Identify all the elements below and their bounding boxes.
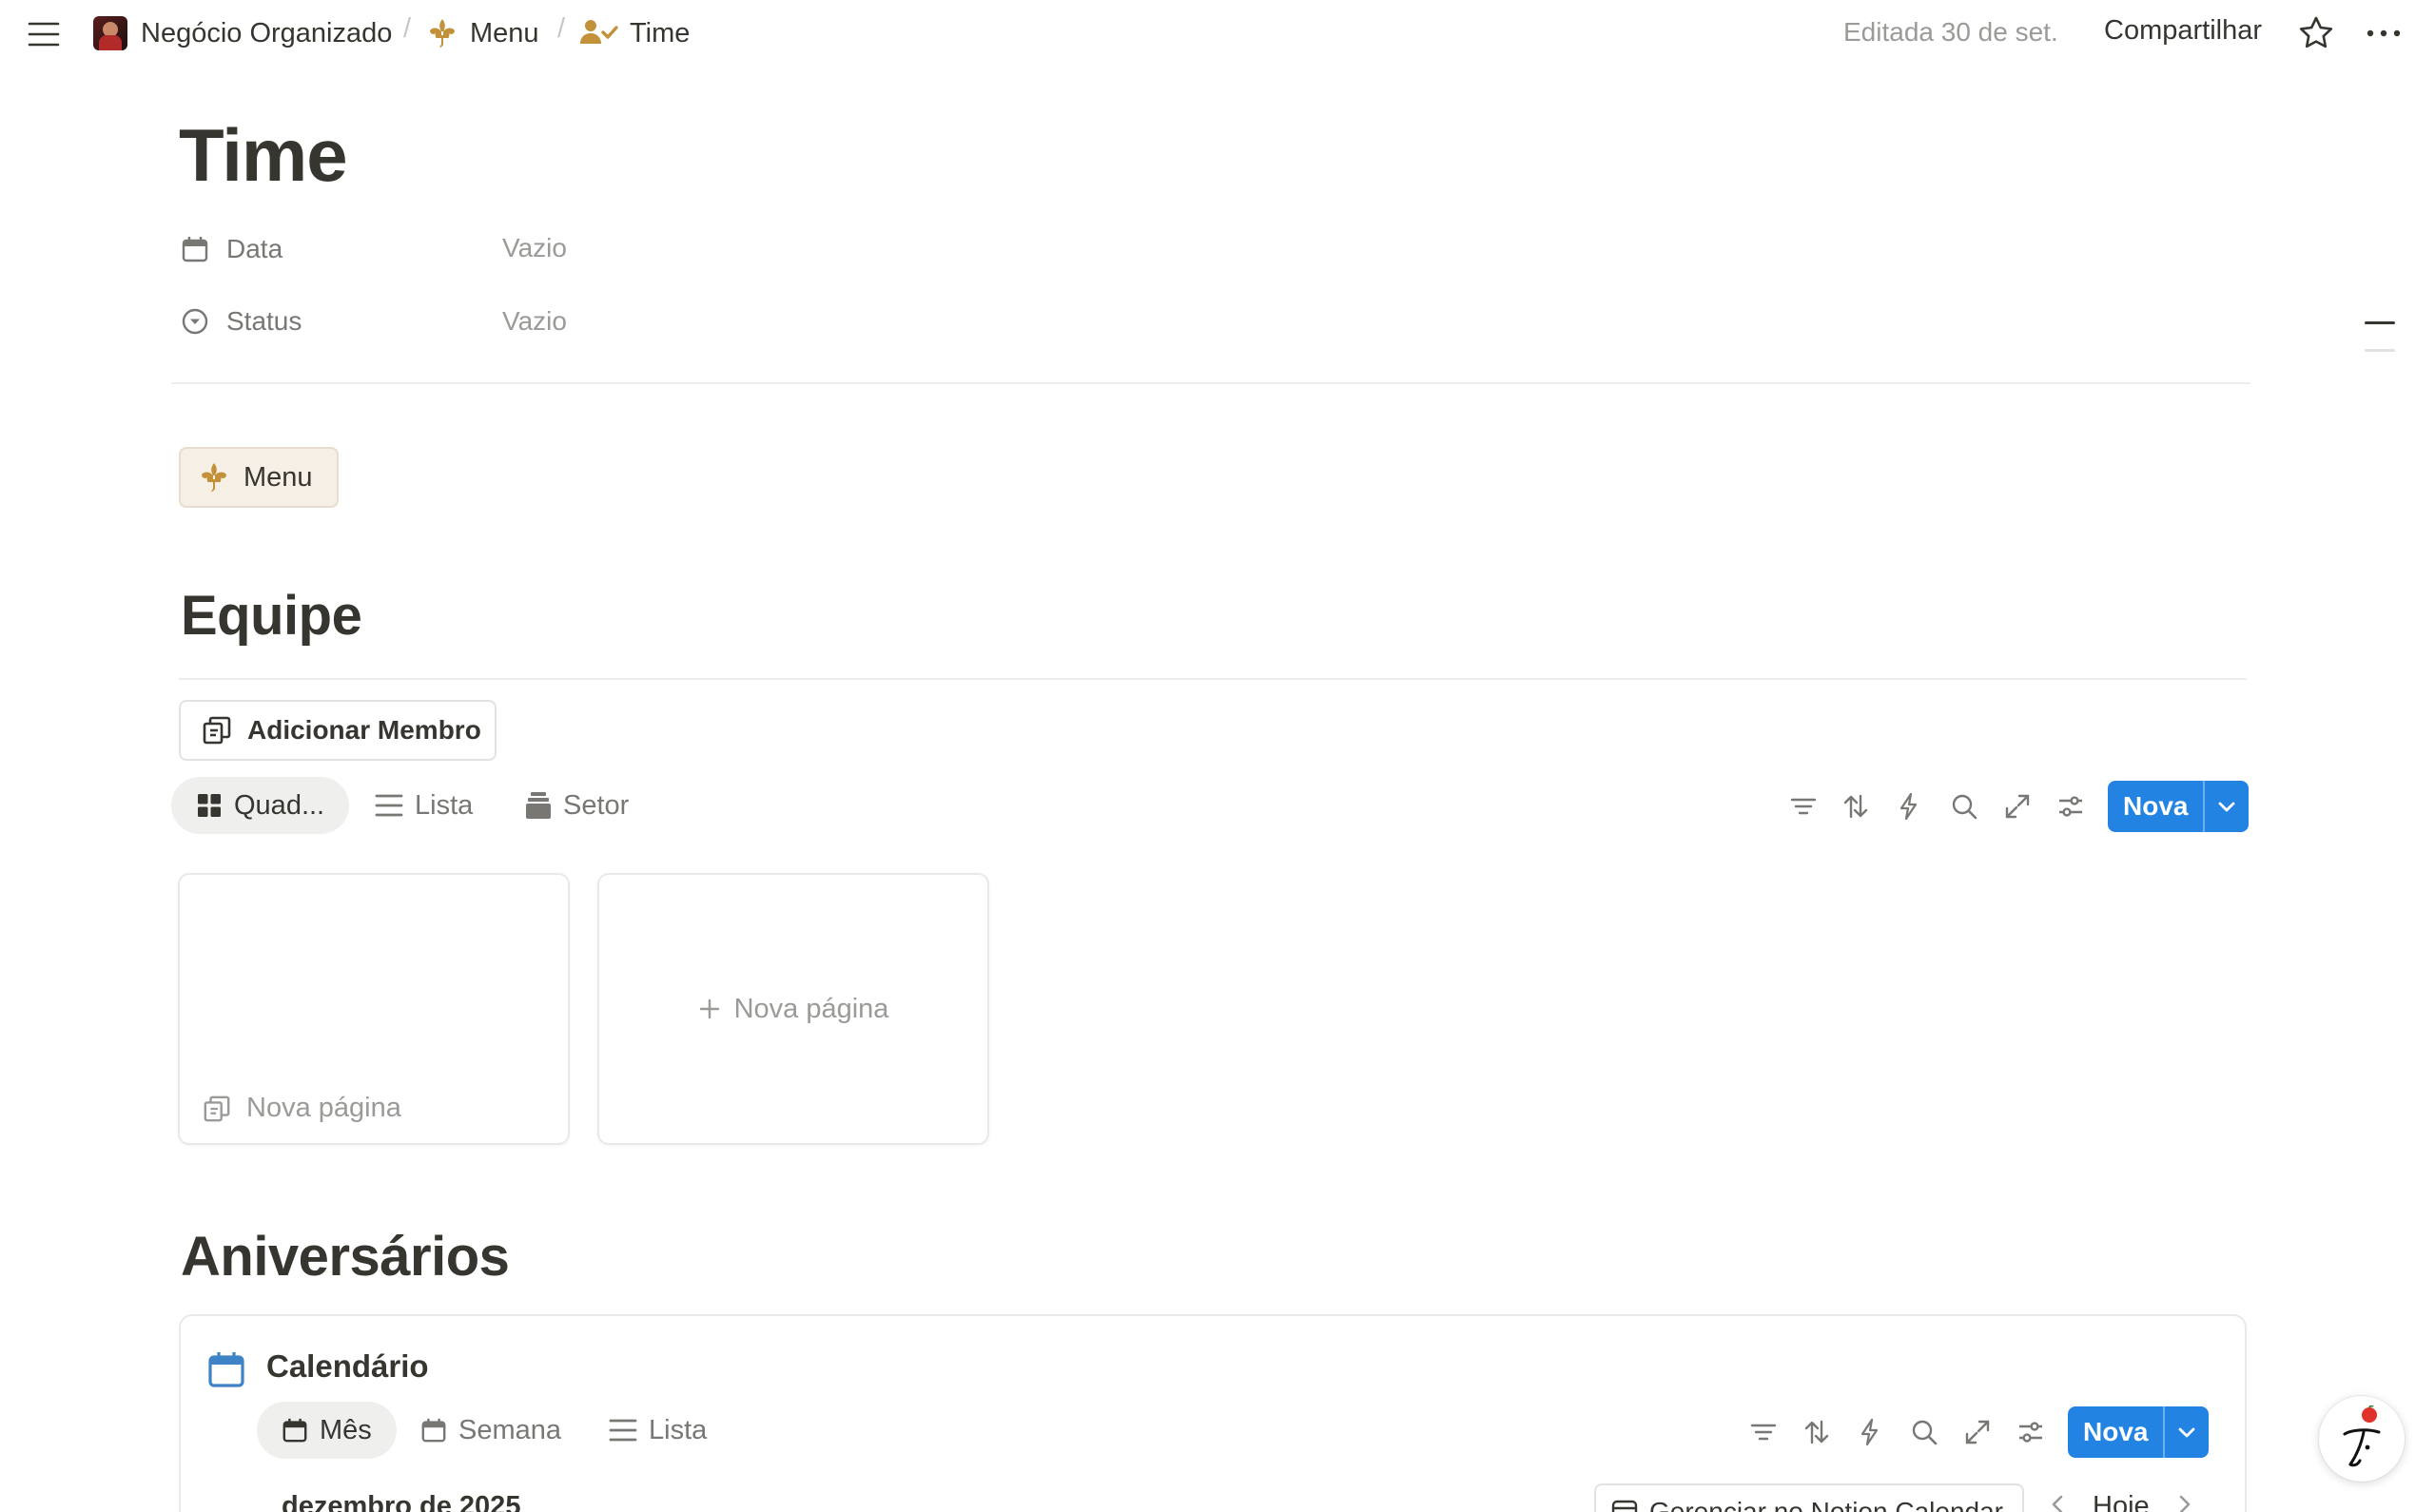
chevron-down-icon[interactable] xyxy=(2205,781,2249,832)
calendar-icon xyxy=(181,235,209,263)
chevron-left-icon[interactable] xyxy=(2047,1493,2070,1512)
breadcrumb-separator: / xyxy=(557,13,566,44)
board-card[interactable]: Nova página xyxy=(178,873,570,1145)
grid-icon xyxy=(196,792,223,819)
calendar-title[interactable]: Calendário xyxy=(266,1348,429,1385)
automation-icon[interactable] xyxy=(1893,790,1925,823)
page-link-icon xyxy=(203,1095,231,1123)
new-page-card-content: Nova página xyxy=(599,875,987,1143)
breadcrumb-page-label: Time xyxy=(630,17,691,48)
new-item-button[interactable]: Nova xyxy=(2108,781,2250,832)
new-event-button[interactable]: Nova xyxy=(2068,1406,2210,1458)
tab-week-view[interactable]: Semana xyxy=(420,1402,561,1459)
filter-icon[interactable] xyxy=(1747,1416,1780,1448)
breadcrumb-page[interactable]: Time xyxy=(580,15,690,51)
tab-list-view[interactable]: Lista xyxy=(609,1402,707,1459)
property-value-data[interactable]: Vazio xyxy=(502,233,567,263)
list-icon xyxy=(609,1417,637,1444)
menu-link-label: Menu xyxy=(244,461,313,493)
page-link-icon xyxy=(202,715,232,746)
new-page-label: Nova página xyxy=(733,993,889,1024)
expand-icon[interactable] xyxy=(1961,1416,1994,1448)
list-icon xyxy=(375,792,403,819)
settings-sliders-icon[interactable] xyxy=(2015,1416,2047,1448)
properties-divider xyxy=(171,382,2250,384)
tab-label: Lista xyxy=(415,789,474,821)
breadcrumb-menu-label: Menu xyxy=(470,17,539,48)
property-label: Data xyxy=(226,234,283,263)
expand-icon[interactable] xyxy=(2001,790,2034,823)
breadcrumb-separator: / xyxy=(403,13,412,44)
sort-icon[interactable] xyxy=(1801,1416,1833,1448)
person-check-icon xyxy=(580,17,618,49)
fleur-de-lis-icon xyxy=(198,461,230,494)
settings-sliders-icon[interactable] xyxy=(2055,790,2087,823)
breadcrumb-workspace[interactable]: Negócio Organizado xyxy=(93,15,392,51)
tab-label: Setor xyxy=(563,789,630,821)
chevron-down-icon[interactable] xyxy=(2165,1406,2209,1458)
edited-timestamp: Editada 30 de set. xyxy=(1843,17,2058,47)
search-icon[interactable] xyxy=(1948,790,1980,823)
tab-label: Lista xyxy=(649,1414,708,1445)
tab-label: Semana xyxy=(458,1414,562,1445)
tab-label: Quad... xyxy=(234,789,325,821)
section-heading-equipe: Equipe xyxy=(181,585,362,647)
calendar-icon xyxy=(282,1417,308,1444)
sidebar-toggle-icon[interactable] xyxy=(27,17,61,51)
new-button-label[interactable]: Nova xyxy=(2068,1406,2166,1458)
plus-icon xyxy=(698,998,721,1020)
share-button[interactable]: Compartilhar xyxy=(2104,15,2262,47)
property-value-status[interactable]: Vazio xyxy=(502,306,567,337)
card-title: Nova página xyxy=(203,1093,401,1124)
calendar-icon xyxy=(207,1350,245,1388)
property-row-data[interactable]: Data xyxy=(181,228,282,270)
sort-icon[interactable] xyxy=(1840,790,1872,823)
top-bar: Negócio Organizado / Menu / Time Editada… xyxy=(0,0,2435,68)
calendar-icon xyxy=(420,1417,447,1444)
new-page-card[interactable]: Nova página xyxy=(597,873,989,1145)
tab-month-view[interactable]: Mês xyxy=(257,1402,397,1459)
add-member-label: Adicionar Membro xyxy=(247,715,481,745)
today-button[interactable]: Hoje xyxy=(2093,1491,2150,1512)
status-icon xyxy=(181,307,209,336)
filter-icon[interactable] xyxy=(1787,790,1820,823)
more-options-icon[interactable] xyxy=(2365,19,2403,48)
new-button-label[interactable]: Nova xyxy=(2108,781,2206,832)
help-button[interactable] xyxy=(2319,1396,2405,1482)
notion-calendar-icon xyxy=(1611,1499,1638,1512)
automation-icon[interactable] xyxy=(1854,1416,1886,1448)
outline-toggle[interactable] xyxy=(2365,320,2395,354)
workspace-avatar xyxy=(93,16,127,50)
tab-list-view[interactable]: Lista xyxy=(375,777,473,834)
calendar-month-label: dezembro de 2025 xyxy=(282,1491,521,1512)
add-member-button[interactable]: Adicionar Membro xyxy=(179,700,497,761)
notion-ai-face-icon xyxy=(2335,1405,2388,1472)
section-heading-aniversarios: Aniversários xyxy=(181,1226,510,1288)
chevron-right-icon[interactable] xyxy=(2172,1493,2195,1512)
breadcrumb-menu[interactable]: Menu xyxy=(426,15,539,51)
property-row-status[interactable]: Status xyxy=(181,300,302,342)
fleur-de-lis-icon xyxy=(426,17,458,49)
tab-board-view[interactable]: Quad... xyxy=(171,777,350,834)
manage-in-calendar-button[interactable]: Gerenciar no Notion Calendar xyxy=(1594,1483,2024,1512)
manage-button-label: Gerenciar no Notion Calendar xyxy=(1649,1497,2003,1512)
card-title-label: Nova página xyxy=(246,1093,401,1123)
tab-label: Mês xyxy=(320,1414,372,1445)
page-title: Time xyxy=(179,113,348,197)
star-icon[interactable] xyxy=(2298,15,2334,51)
breadcrumb-workspace-label: Negócio Organizado xyxy=(141,17,393,48)
stack-icon xyxy=(525,791,552,820)
property-label: Status xyxy=(226,306,302,336)
menu-link-button[interactable]: Menu xyxy=(179,447,339,508)
tab-sector-view[interactable]: Setor xyxy=(525,777,629,834)
heading-divider xyxy=(179,678,2247,680)
search-icon[interactable] xyxy=(1908,1416,1940,1448)
